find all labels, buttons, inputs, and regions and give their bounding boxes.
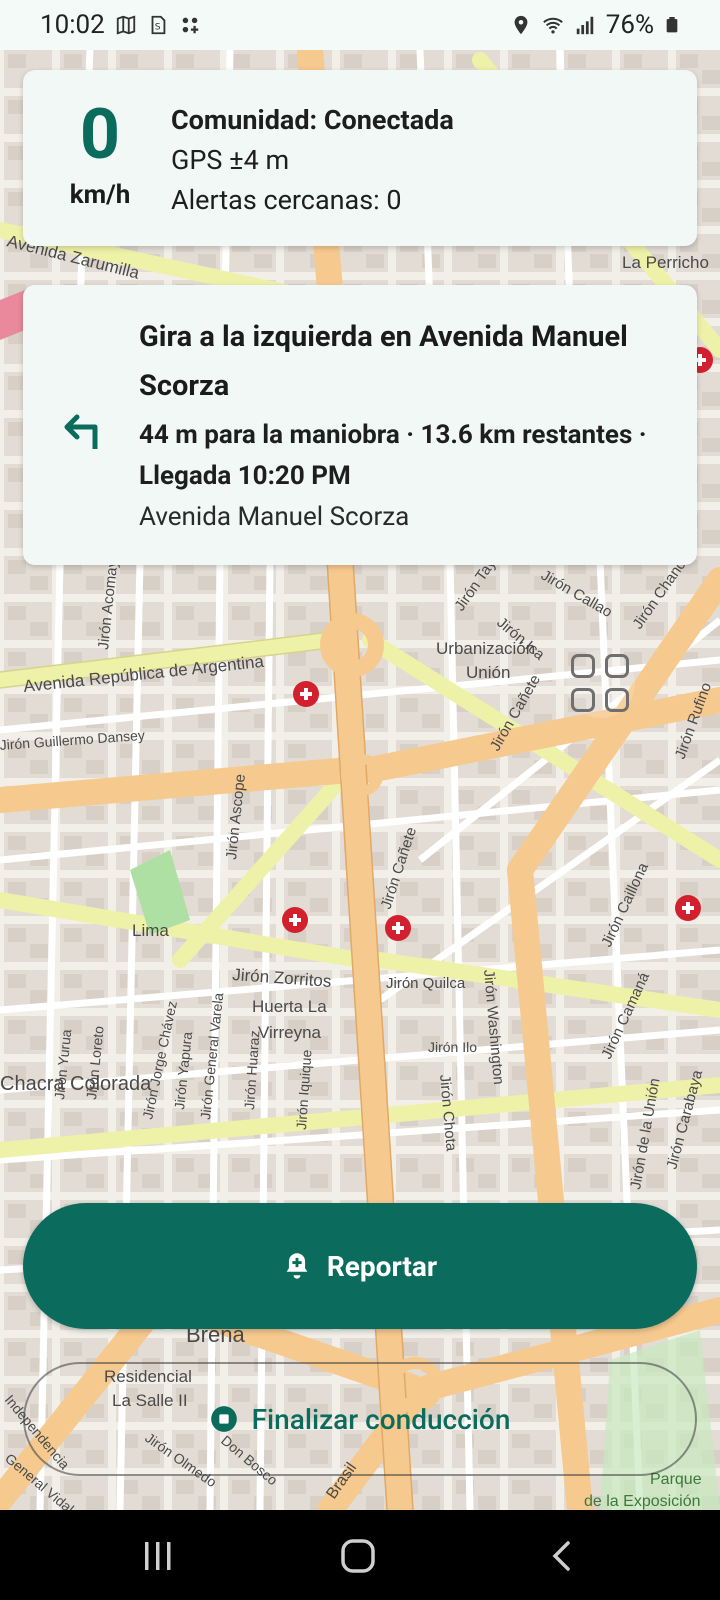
report-button[interactable]: Reportar	[23, 1203, 697, 1329]
speed-status-card: 0 km/h Comunidad: Conectada GPS ±4 m Ale…	[23, 70, 697, 246]
sim-icon: S	[151, 15, 166, 35]
turn-left-icon	[64, 414, 98, 449]
hospital-icon	[385, 915, 411, 941]
back-icon[interactable]	[550, 1540, 572, 1572]
battery-icon	[666, 17, 678, 33]
layers-grid-button[interactable]	[567, 650, 635, 718]
map-label: Lima	[132, 921, 169, 940]
status-bar: 10:02 S 76%	[0, 0, 720, 50]
signal-icon	[576, 16, 593, 35]
community-status: Comunidad: Conectada	[171, 104, 454, 136]
map-label: Huerta La	[252, 997, 327, 1016]
end-driving-button[interactable]: Finalizar conducción	[23, 1362, 697, 1476]
turn-instruction: Gira a la izquierda en Avenida Manuel Sc…	[139, 320, 628, 403]
map-label: La Perricho	[622, 253, 709, 272]
recent-apps-icon[interactable]	[142, 1540, 174, 1572]
map-label: Parque	[650, 1471, 702, 1488]
end-driving-label: Finalizar conducción	[251, 1402, 511, 1436]
connection-info: Comunidad: Conectada GPS ±4 m Alertas ce…	[171, 100, 454, 220]
gps-accuracy: GPS ±4 m	[171, 144, 290, 176]
hospital-icon	[282, 907, 308, 933]
nearby-alerts: Alertas cercanas: 0	[171, 184, 402, 216]
map-label: Chacra Colorada	[0, 1073, 152, 1095]
maneuver-details: 44 m para la maniobra · 13.6 km restante…	[139, 420, 647, 491]
battery-percent: 76%	[605, 10, 654, 40]
map-label: Virreyna	[258, 1023, 322, 1042]
home-icon[interactable]	[340, 1538, 376, 1574]
status-time: 10:02	[40, 10, 105, 40]
speed-value: 0	[79, 94, 121, 176]
hospital-icon	[675, 895, 701, 921]
map-label: Jirón Quilca	[386, 975, 466, 992]
speed-unit: km/h	[69, 180, 131, 210]
map-label: Jirón Ilo	[428, 1039, 477, 1055]
system-navigation-bar	[0, 1510, 720, 1600]
stop-icon	[210, 1406, 237, 1432]
location-icon	[514, 15, 528, 35]
report-label: Reportar	[326, 1249, 438, 1283]
current-street: Avenida Manuel Scorza	[139, 502, 410, 532]
svg-text:S: S	[155, 22, 161, 33]
map-icon	[116, 15, 135, 35]
bell-plus-icon	[286, 1253, 308, 1279]
wifi-icon	[542, 17, 563, 34]
map-label: Unión	[466, 663, 510, 682]
hospital-icon	[293, 681, 319, 707]
speedometer: 0 km/h	[45, 96, 155, 210]
app-icon	[182, 17, 198, 34]
map-label: de la Exposición	[584, 1493, 701, 1510]
navigation-instruction-card[interactable]: Gira a la izquierda en Avenida Manuel Sc…	[23, 285, 697, 565]
